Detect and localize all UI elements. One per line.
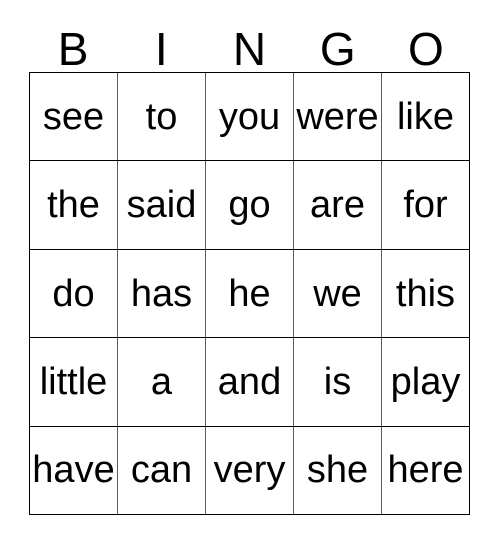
header-letter-i: I	[154, 23, 168, 75]
bingo-cell-g1[interactable]: were	[294, 73, 382, 161]
bingo-cell-o2[interactable]: for	[382, 161, 469, 249]
bingo-cell-n1[interactable]: you	[206, 73, 294, 161]
bingo-cell-o1[interactable]: like	[382, 73, 469, 161]
header-letter-b: B	[57, 23, 89, 75]
bingo-cell-n2[interactable]: go	[206, 161, 294, 249]
bingo-cell-o3[interactable]: this	[382, 249, 469, 338]
bingo-card: B I N G O see to you were like the said …	[0, 0, 500, 544]
header-letter-o: O	[408, 23, 444, 75]
bingo-cell-i2[interactable]: said	[118, 161, 206, 249]
bingo-cell-i4[interactable]: a	[118, 338, 206, 426]
bingo-cell-b5[interactable]: have	[30, 426, 118, 515]
bingo-cell-i5[interactable]: can	[118, 426, 206, 515]
bingo-cell-g5[interactable]: she	[294, 426, 382, 515]
bingo-cell-o5[interactable]: here	[382, 426, 469, 515]
bingo-cell-b2[interactable]: the	[30, 161, 118, 249]
bingo-row: see to you were like	[30, 73, 469, 162]
bingo-row: have can very she here	[30, 426, 469, 515]
bingo-cell-n5[interactable]: very	[206, 426, 294, 515]
bingo-row: do has he we this	[30, 249, 469, 339]
bingo-header-row: B I N G O	[29, 22, 470, 72]
bingo-cell-i3[interactable]: has	[118, 249, 206, 338]
bingo-cell-n3[interactable]: he	[206, 249, 294, 338]
bingo-row: the said go are for	[30, 161, 469, 250]
bingo-grid: see to you were like the said go are for…	[29, 72, 470, 515]
header-letter-g: G	[319, 23, 356, 75]
bingo-cell-b1[interactable]: see	[30, 73, 118, 161]
bingo-cell-g3[interactable]: we	[294, 249, 382, 338]
bingo-cell-i1[interactable]: to	[118, 73, 206, 161]
bingo-cell-g2[interactable]: are	[294, 161, 382, 249]
bingo-cell-b4[interactable]: little	[30, 338, 118, 426]
bingo-row: little a and is play	[30, 338, 469, 427]
bingo-cell-b3[interactable]: do	[30, 249, 118, 338]
bingo-cell-g4[interactable]: is	[294, 338, 382, 426]
header-letter-n: N	[232, 23, 267, 75]
bingo-cell-o4[interactable]: play	[382, 338, 469, 426]
bingo-cell-n4[interactable]: and	[206, 338, 294, 426]
